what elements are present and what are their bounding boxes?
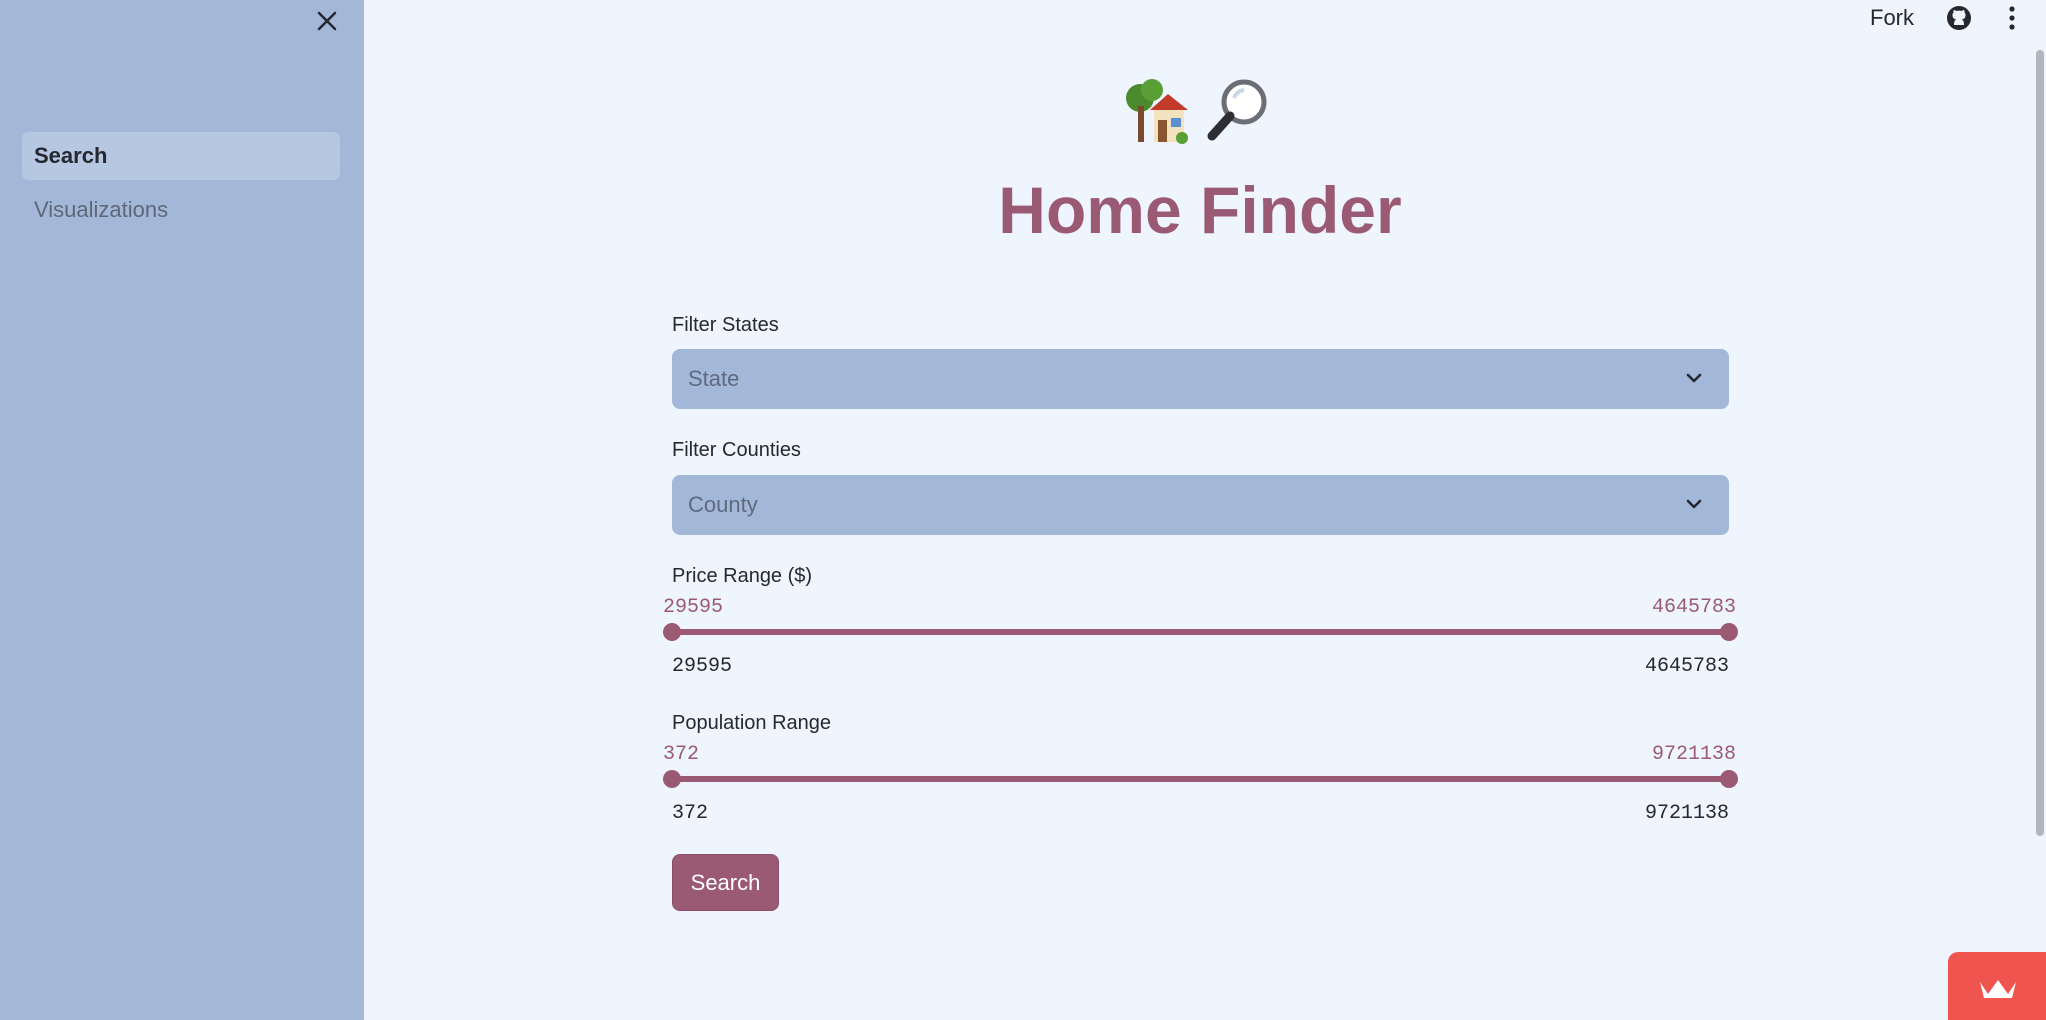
- filter-states-label: Filter States: [672, 314, 779, 336]
- price-range-slider[interactable]: [672, 629, 1729, 635]
- population-range-max: 9721138: [1644, 802, 1729, 825]
- scrollbar[interactable]: [2036, 50, 2044, 836]
- population-range-min: 372: [672, 802, 709, 825]
- population-selected-low: 372: [663, 743, 700, 766]
- population-slider-high-handle[interactable]: [1720, 770, 1738, 788]
- county-select-placeholder: County: [688, 492, 758, 517]
- magnifying-glass-emoji: [1207, 79, 1267, 141]
- state-select-placeholder: State: [688, 366, 740, 391]
- sidebar: Search Visualizations: [0, 0, 364, 1020]
- page-title: Home Finder: [998, 173, 1402, 247]
- price-slider-low-handle[interactable]: [663, 623, 681, 641]
- fork-button[interactable]: Fork: [1870, 5, 1914, 31]
- close-icon[interactable]: [312, 6, 342, 36]
- kebab-menu-icon[interactable]: [2000, 4, 2024, 32]
- population-range-slider[interactable]: [672, 776, 1729, 782]
- price-range-label: Price Range ($): [672, 565, 813, 587]
- header-icons: [1124, 76, 1274, 146]
- crown-icon: [1980, 980, 2016, 998]
- population-range-label: Population Range: [672, 712, 832, 734]
- price-slider-high-handle[interactable]: [1720, 623, 1738, 641]
- search-button[interactable]: Search: [672, 854, 779, 911]
- state-select[interactable]: State: [672, 349, 1729, 409]
- population-selected-high: 9721138: [1651, 743, 1736, 766]
- price-selected-high: 4645783: [1651, 596, 1736, 619]
- github-icon[interactable]: [1945, 4, 1973, 32]
- price-selected-low: 29595: [663, 596, 724, 619]
- streamlit-badge[interactable]: [1948, 952, 2046, 1020]
- sidebar-item-label: Search: [34, 143, 108, 168]
- price-range-max: 4645783: [1644, 655, 1729, 678]
- sidebar-item-search[interactable]: Search: [22, 132, 340, 180]
- filter-counties-label: Filter Counties: [672, 439, 801, 461]
- chevron-down-icon: [1686, 499, 1702, 509]
- sidebar-item-label: Visualizations: [34, 197, 169, 222]
- chevron-down-icon: [1686, 373, 1702, 383]
- price-range-min: 29595: [672, 655, 733, 678]
- sidebar-item-visualizations[interactable]: Visualizations: [22, 186, 340, 234]
- population-slider-low-handle[interactable]: [663, 770, 681, 788]
- county-select[interactable]: County: [672, 475, 1729, 535]
